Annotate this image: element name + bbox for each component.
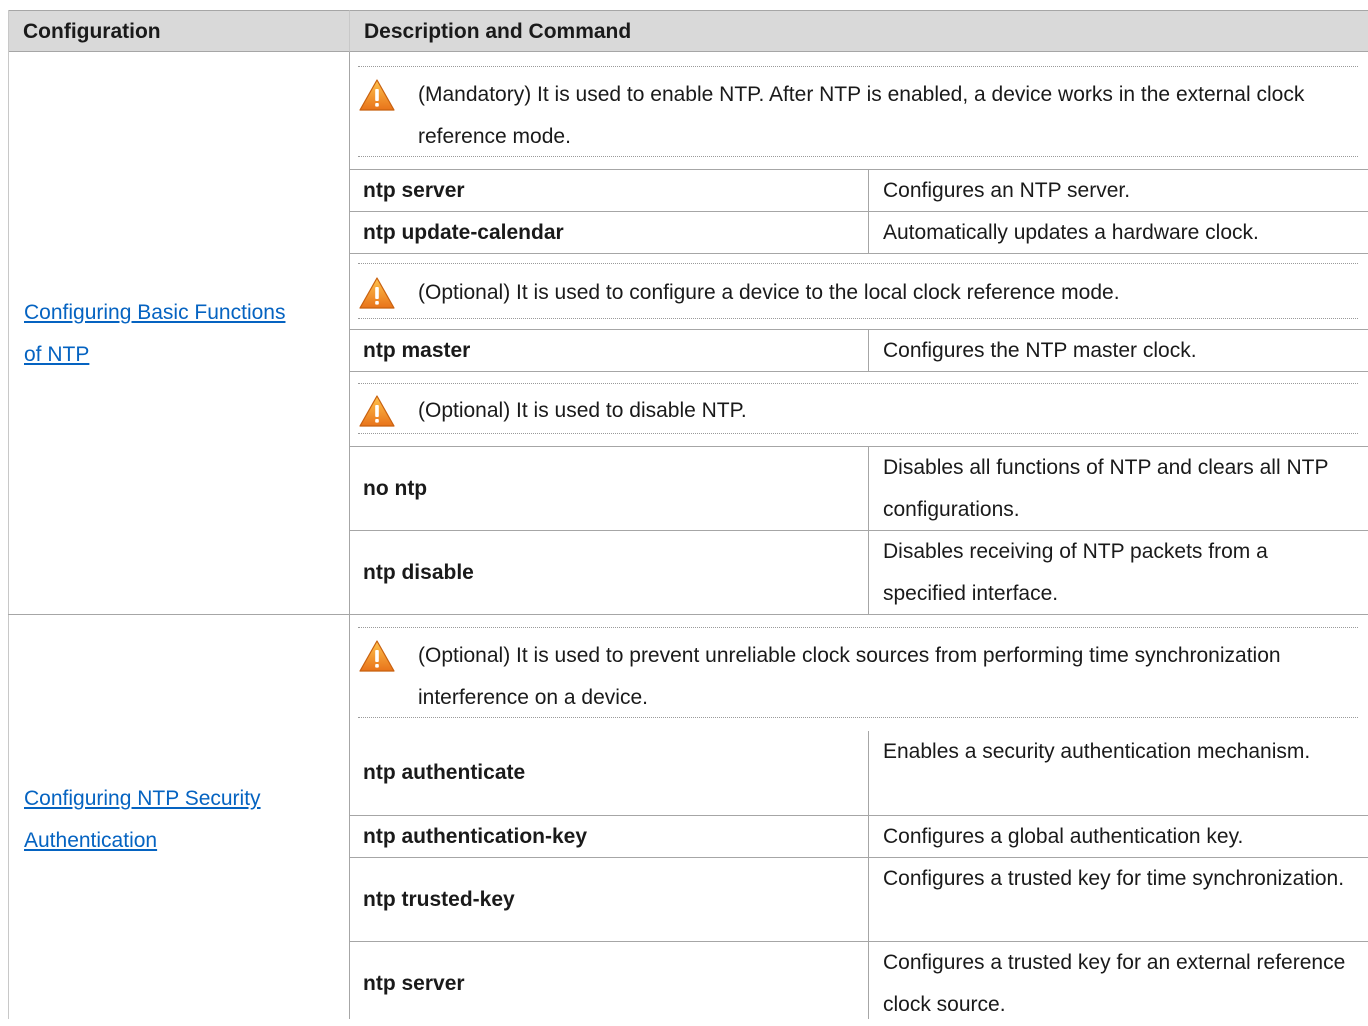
command-description: Automatically updates a hardware clock.: [883, 221, 1259, 244]
command-column-divider: [868, 329, 869, 372]
command-description: Disables receiving of NTP packets from a…: [883, 540, 1268, 605]
link-configuring-ntp-security-line1[interactable]: Configuring NTP Security: [24, 778, 261, 820]
command-description: Disables all functions of NTP and clears…: [883, 456, 1329, 521]
ntp-configuration-table: Configuration Description and Command Co…: [0, 0, 1368, 1019]
warning-icon: [358, 639, 396, 673]
command-ntp-server: ntp server: [363, 179, 465, 202]
column-header-description: Description and Command: [349, 10, 1368, 52]
note-optional-local-clock: (Optional) It is used to configure a dev…: [358, 272, 1358, 314]
command-description: Configures the NTP master clock.: [883, 339, 1197, 362]
note-divider: [358, 717, 1358, 718]
note-divider: [358, 156, 1358, 157]
command-description: Configures a global authentication key.: [883, 825, 1244, 848]
note-text: (Optional) It is used to configure a dev…: [418, 281, 1120, 304]
command-column-divider: [868, 169, 869, 254]
command-ntp-server: ntp server: [363, 972, 465, 995]
note-divider: [358, 433, 1358, 434]
note-divider: [358, 383, 1358, 384]
command-description: Configures a trusted key for time synchr…: [883, 867, 1345, 890]
command-description: Enables a security authentication mechan…: [883, 740, 1311, 763]
command-description: Configures a trusted key for an external…: [883, 951, 1346, 1016]
column-divider: [349, 52, 350, 1019]
command-description: Configures an NTP server.: [883, 179, 1131, 202]
command-ntp-authenticate: ntp authenticate: [363, 761, 526, 784]
link-configuring-ntp-security-line2[interactable]: Authentication: [24, 820, 157, 862]
warning-icon: [358, 276, 396, 310]
note-text: (Optional) It is used to disable NTP.: [418, 399, 747, 422]
command-ntp-master: ntp master: [363, 339, 471, 362]
note-text: (Mandatory) It is used to enable NTP. Af…: [418, 83, 1305, 148]
link-configuring-basic-functions-line1[interactable]: Configuring Basic Functions: [24, 292, 285, 334]
note-divider: [358, 627, 1358, 628]
warning-icon: [358, 394, 396, 428]
column-header-configuration: Configuration: [8, 10, 349, 52]
warning-icon: [358, 78, 396, 112]
row-border: [349, 371, 1368, 372]
section-border: [8, 614, 1368, 615]
command-no-ntp: no ntp: [363, 477, 428, 500]
note-divider: [358, 318, 1358, 319]
command-ntp-update-calendar: ntp update-calendar: [363, 221, 564, 244]
link-configuring-basic-functions-line2[interactable]: of NTP: [24, 334, 89, 376]
table-left-border: [8, 10, 9, 1019]
note-optional-disable-ntp: (Optional) It is used to disable NTP.: [358, 390, 1358, 432]
command-column-divider: [868, 731, 869, 1019]
note-divider: [358, 66, 1358, 67]
row-border: [349, 253, 1368, 254]
command-ntp-disable: ntp disable: [363, 561, 474, 584]
command-ntp-trusted-key: ntp trusted-key: [363, 888, 515, 911]
command-column-divider: [868, 446, 869, 614]
command-ntp-authentication-key: ntp authentication-key: [363, 825, 588, 848]
note-optional-prevent-unreliable: (Optional) It is used to prevent unrelia…: [358, 635, 1358, 719]
note-mandatory-enable-ntp: (Mandatory) It is used to enable NTP. Af…: [358, 74, 1358, 158]
note-divider: [358, 263, 1358, 264]
note-text: (Optional) It is used to prevent unrelia…: [418, 644, 1281, 709]
